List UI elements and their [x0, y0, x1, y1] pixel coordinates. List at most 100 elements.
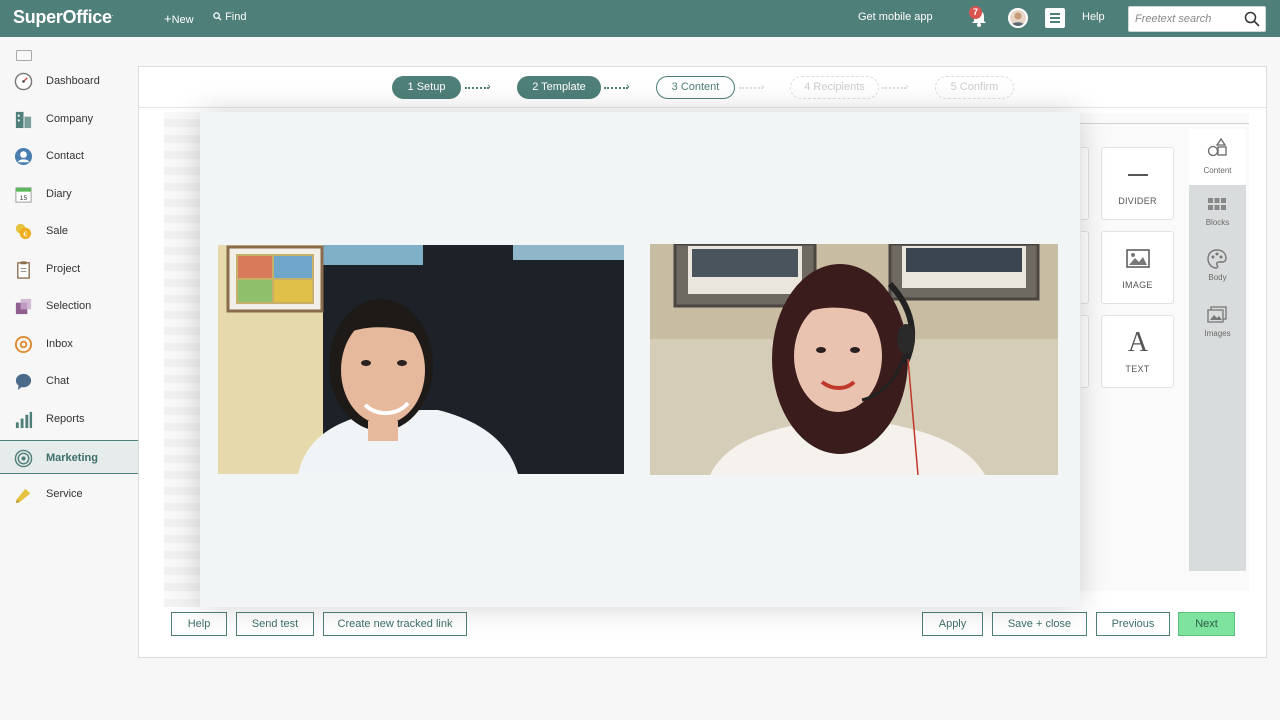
sidebar: Dashboard Company Contact 15 Diary € Sal… — [0, 37, 138, 720]
notifications-button[interactable]: 7 — [968, 6, 990, 29]
sidebar-item-selection[interactable]: Selection — [0, 289, 138, 323]
search-input[interactable] — [1135, 12, 1243, 26]
chevron-right-icon: › — [487, 81, 491, 93]
apply-button[interactable]: Apply — [922, 612, 983, 636]
sidebar-item-chat[interactable]: Chat — [0, 364, 138, 398]
next-button[interactable]: Next — [1178, 612, 1235, 636]
sidebar-item-reports[interactable]: Reports — [0, 402, 138, 436]
step-setup[interactable]: 1 Setup — [392, 76, 461, 99]
step-content[interactable]: 3 Content — [656, 76, 735, 99]
tile-label: DIVIDER — [1118, 196, 1157, 206]
step-connector — [739, 87, 763, 89]
divider-icon — [1128, 174, 1148, 176]
image-block-tile[interactable]: IMAGE — [1101, 231, 1174, 304]
new-button[interactable]: +New — [164, 11, 194, 26]
sidebar-item-label: Company — [46, 113, 94, 125]
avatar-icon — [1011, 12, 1025, 26]
send-test-button[interactable]: Send test — [236, 612, 314, 636]
help-link[interactable]: Help — [1082, 11, 1105, 23]
tab-images[interactable]: Images — [1189, 296, 1246, 348]
diary-icon: 15 — [15, 187, 32, 203]
overlay-shadow — [164, 112, 204, 607]
tile-edge — [1081, 231, 1089, 304]
sidebar-item-label: Selection — [46, 300, 92, 312]
logo-mark: . — [111, 11, 114, 18]
find-label: Find — [225, 11, 247, 23]
collapse-sidebar-icon[interactable] — [16, 50, 32, 61]
tab-blocks[interactable]: Blocks — [1189, 185, 1246, 237]
sidebar-item-service[interactable]: Service — [0, 477, 138, 511]
contact-icon — [14, 147, 33, 166]
video-participant-right — [650, 244, 1058, 475]
top-bar: SuperOffice. +New Find Get mobile app 7 … — [0, 0, 1280, 37]
sidebar-item-sale[interactable]: € Sale — [0, 214, 138, 248]
divider-block-tile[interactable]: DIVIDER — [1101, 147, 1174, 220]
get-mobile-app-link[interactable]: Get mobile app — [858, 11, 933, 23]
video-call-overlay — [200, 112, 1080, 607]
editor-side-tabs: Content Blocks Body Images — [1189, 129, 1246, 571]
step-connector — [604, 87, 628, 89]
svg-text:15: 15 — [20, 195, 28, 202]
help-button[interactable]: Help — [171, 612, 227, 636]
reports-icon — [15, 411, 33, 429]
sale-icon: € — [15, 223, 32, 240]
blocks-icon — [1208, 198, 1226, 210]
sidebar-item-diary[interactable]: 15 Diary — [0, 177, 138, 211]
inbox-icon — [14, 335, 33, 354]
freetext-search — [1128, 6, 1266, 32]
tab-label: Body — [1208, 273, 1227, 282]
sidebar-item-dashboard[interactable]: Dashboard — [0, 64, 138, 98]
tab-body[interactable]: Body — [1189, 240, 1246, 292]
sidebar-item-label: Dashboard — [46, 75, 100, 87]
step-template[interactable]: 2 Template — [517, 76, 601, 99]
sidebar-item-label: Diary — [46, 188, 72, 200]
save-close-button[interactable]: Save + close — [992, 612, 1087, 636]
sidebar-item-company[interactable]: Company — [0, 102, 138, 136]
step-recipients[interactable]: 4 Recipients — [790, 76, 879, 99]
main-menu-button[interactable] — [1045, 8, 1065, 28]
sidebar-item-label: Sale — [46, 225, 69, 237]
sidebar-item-label: Contact — [46, 150, 84, 162]
sidebar-item-project[interactable]: Project — [0, 252, 138, 286]
sidebar-item-label: Chat — [46, 375, 70, 387]
new-label: New — [171, 14, 194, 26]
editor-divider — [1079, 123, 1249, 124]
service-icon — [15, 488, 31, 504]
find-button[interactable]: Find — [213, 11, 246, 23]
chat-icon — [15, 373, 32, 391]
sidebar-item-marketing[interactable]: Marketing — [0, 440, 138, 474]
create-tracked-link-button[interactable]: Create new tracked link — [323, 612, 467, 636]
previous-button[interactable]: Previous — [1096, 612, 1170, 636]
dashboard-icon — [14, 72, 33, 91]
notification-badge: 7 — [969, 6, 982, 19]
palette-icon — [1207, 249, 1227, 269]
superoffice-logo[interactable]: SuperOffice. — [13, 7, 114, 28]
selection-icon — [15, 298, 32, 315]
step-connector — [465, 87, 489, 89]
tab-label: Blocks — [1205, 218, 1230, 227]
sidebar-item-inbox[interactable]: Inbox — [0, 327, 138, 361]
sidebar-item-contact[interactable]: Contact — [0, 139, 138, 173]
search-icon[interactable] — [1244, 11, 1260, 27]
step-connector — [882, 87, 906, 89]
participant-video-image — [650, 244, 1058, 475]
chevron-right-icon: › — [905, 81, 909, 93]
step-confirm[interactable]: 5 Confirm — [935, 76, 1014, 99]
sidebar-item-label: Inbox — [46, 338, 73, 350]
tile-label: TEXT — [1125, 364, 1150, 374]
shapes-icon — [1207, 138, 1227, 157]
sidebar-item-label: Project — [46, 263, 81, 275]
user-avatar[interactable] — [1008, 8, 1028, 28]
chevron-right-icon: › — [626, 81, 630, 93]
image-icon — [1126, 249, 1150, 268]
plus-icon: + — [164, 11, 172, 26]
project-icon — [17, 261, 30, 279]
sidebar-item-label: Marketing — [46, 452, 98, 464]
tab-content[interactable]: Content — [1189, 129, 1246, 185]
participant-video-image — [218, 245, 624, 474]
marketing-icon — [14, 449, 33, 468]
magnifier-icon — [213, 12, 222, 21]
tile-edge — [1081, 315, 1089, 388]
text-block-tile[interactable]: A TEXT — [1101, 315, 1174, 388]
company-icon — [15, 111, 32, 129]
